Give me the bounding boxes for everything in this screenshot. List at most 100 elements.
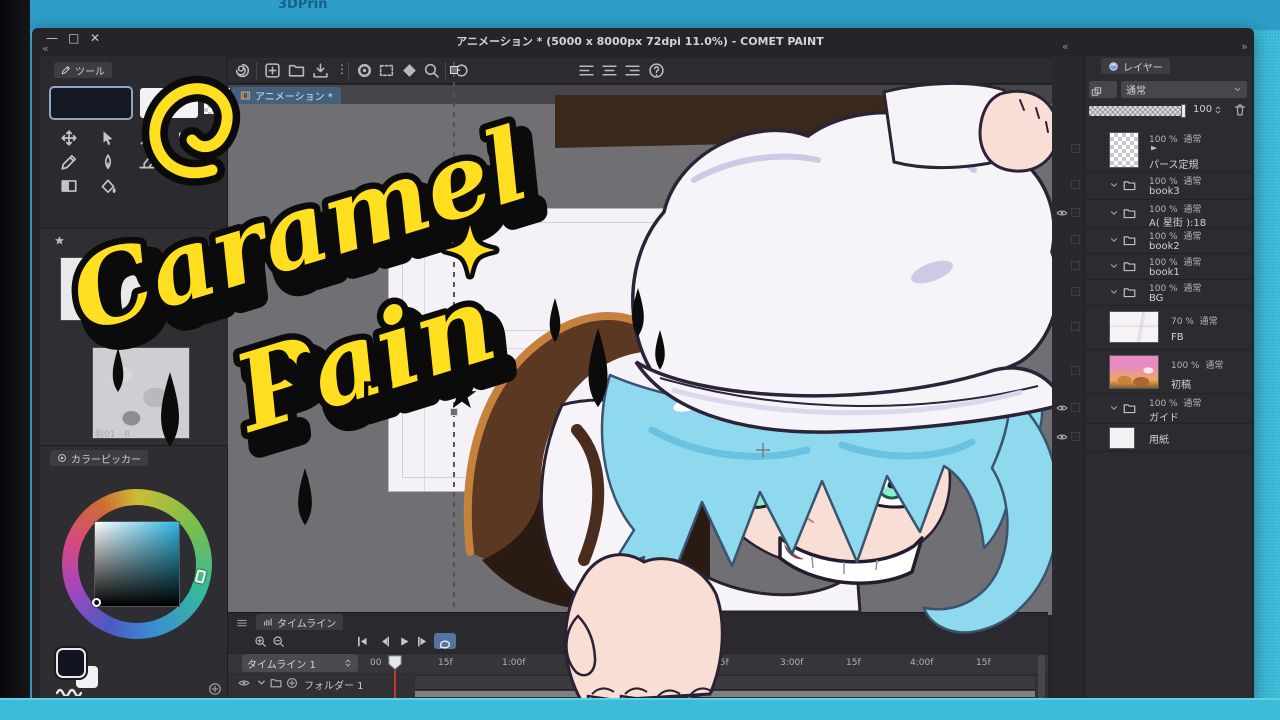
checkbox-slot[interactable]: [1071, 261, 1080, 270]
playhead-marker[interactable]: [388, 655, 402, 671]
selection-handle[interactable]: [450, 66, 458, 74]
transparent-color-swatch[interactable]: [204, 88, 230, 114]
menu-icon[interactable]: [236, 617, 248, 629]
layer-eye-icon[interactable]: [1056, 207, 1068, 219]
chevron-down-icon[interactable]: [1109, 208, 1119, 218]
window-maximize-button[interactable]: □: [68, 31, 79, 45]
opacity-slider[interactable]: [1089, 106, 1185, 116]
layers-tab[interactable]: レイヤー: [1101, 58, 1170, 74]
previous-frame-icon[interactable]: [378, 635, 391, 648]
chevron-down-icon[interactable]: [1109, 287, 1119, 297]
line-tool-icon[interactable]: [138, 129, 156, 147]
layer-row[interactable]: 100 % 通常 初稿: [1085, 350, 1253, 394]
zoom-tool-icon[interactable]: [423, 62, 440, 79]
pen-tool-icon[interactable]: [99, 153, 117, 171]
panel-expand-icon[interactable]: »: [1241, 40, 1248, 53]
selection-marquee-icon[interactable]: [378, 62, 395, 79]
checkbox-slot[interactable]: [1071, 322, 1080, 331]
track-frames-strip-light[interactable]: [415, 691, 1035, 697]
play-icon[interactable]: [398, 635, 411, 648]
selection-dashed-line[interactable]: [453, 62, 455, 614]
checkbox-slot[interactable]: [1071, 432, 1080, 441]
loop-icon: [438, 637, 452, 651]
timeline-tab[interactable]: タイムライン: [256, 614, 343, 630]
monitor-bezel: [0, 0, 30, 720]
checkbox-slot[interactable]: [1071, 366, 1080, 375]
bucket-tool-icon[interactable]: [99, 177, 117, 195]
checkbox-slot[interactable]: [1071, 235, 1080, 244]
layer-row[interactable]: 100 % 通常 A( 星街 ):18: [1085, 200, 1253, 228]
blend-combine-dropdown[interactable]: [1089, 81, 1117, 98]
main-color-swatch[interactable]: [49, 86, 133, 120]
open-file-icon[interactable]: [288, 62, 305, 79]
sub-color-swatch[interactable]: [140, 88, 198, 118]
window-close-button[interactable]: ✕: [90, 31, 100, 45]
new-file-icon[interactable]: [264, 62, 281, 79]
chevron-down-icon[interactable]: [1109, 235, 1119, 245]
align-center-icon[interactable]: [601, 62, 618, 79]
new-cel-icon[interactable]: [286, 677, 298, 689]
timeline-zoom-out-icon[interactable]: [272, 635, 285, 648]
tool-panel-tab[interactable]: ツール: [54, 62, 112, 78]
canvas-area[interactable]: [228, 104, 1056, 615]
chevron-down-icon[interactable]: [1109, 180, 1119, 190]
eraser-tool-icon[interactable]: [138, 153, 156, 171]
opacity-slider-handle[interactable]: [1181, 104, 1186, 118]
blend-mode-dropdown[interactable]: 通常: [1121, 81, 1247, 98]
checkbox-slot[interactable]: [1071, 180, 1080, 189]
trash-icon[interactable]: [1233, 103, 1247, 117]
sv-square[interactable]: [94, 521, 180, 607]
layer-row[interactable]: 70 % 通常 FB: [1085, 306, 1253, 350]
checkbox-slot[interactable]: [1071, 144, 1080, 153]
figure-tool-icon[interactable]: [177, 129, 195, 147]
align-left-icon[interactable]: [578, 62, 595, 79]
updown-icon[interactable]: [1213, 105, 1223, 115]
material-item[interactable]: [92, 347, 190, 439]
help-icon[interactable]: [648, 62, 665, 79]
opacity-value[interactable]: 100: [1193, 104, 1212, 115]
timeline-zoom-in-icon[interactable]: [254, 635, 267, 648]
operation-tool-icon[interactable]: [99, 129, 117, 147]
collapse-left-icon[interactable]: «: [42, 42, 49, 55]
track-frames-strip[interactable]: [415, 675, 1035, 690]
gradient-tool-icon[interactable]: [60, 177, 78, 195]
sv-selector[interactable]: [92, 598, 101, 607]
move-tool-icon[interactable]: [60, 129, 78, 147]
layer-eye-icon[interactable]: [1056, 402, 1068, 414]
chevron-down-icon[interactable]: [1109, 261, 1119, 271]
layer-row[interactable]: 100 % 通常 book1: [1085, 254, 1253, 280]
pencil-tool-icon[interactable]: [60, 153, 78, 171]
next-frame-icon[interactable]: [416, 635, 429, 648]
layer-row[interactable]: 100 % 通常 パース定規: [1085, 128, 1253, 172]
checkbox-slot[interactable]: [1071, 403, 1080, 412]
layer-eye-icon[interactable]: [1056, 431, 1068, 443]
layer-row[interactable]: 用紙: [1085, 424, 1253, 452]
layer-row[interactable]: 100 % 通常 book3: [1085, 172, 1253, 200]
color-picker-tab[interactable]: カラーピッカー: [50, 450, 148, 466]
canvas-tab[interactable]: アニメーション *: [232, 87, 341, 104]
panel-collapse-icon[interactable]: «: [1062, 40, 1069, 53]
checkbox-slot[interactable]: [1071, 208, 1080, 217]
loop-button[interactable]: [434, 633, 456, 649]
track-eye-icon[interactable]: [238, 677, 250, 689]
foreground-color-chip[interactable]: [56, 648, 86, 678]
shape-icon[interactable]: [401, 62, 418, 79]
timeline-selector[interactable]: タイムライン 1: [242, 654, 358, 672]
timeline-scrollbar[interactable]: [1038, 655, 1045, 698]
layer-row[interactable]: 100 % 通常 BG: [1085, 280, 1253, 306]
track-name[interactable]: フォルダー 1: [304, 677, 364, 692]
layer-row[interactable]: 100 % 通常 ガイド: [1085, 394, 1253, 424]
layer-mode: 通常: [1200, 317, 1218, 327]
checkbox-slot[interactable]: [1071, 287, 1080, 296]
add-color-icon[interactable]: [208, 682, 222, 696]
chevron-down-icon[interactable]: [256, 677, 267, 688]
chevron-down-icon[interactable]: [1109, 403, 1119, 413]
settings-gear-icon[interactable]: [356, 62, 373, 79]
align-right-icon[interactable]: [624, 62, 641, 79]
transparent-wave-icon[interactable]: [56, 686, 82, 696]
export-icon[interactable]: [312, 62, 329, 79]
selection-handle[interactable]: [450, 408, 458, 416]
toolbar-more-icon[interactable]: ⋮: [336, 62, 348, 76]
layer-row[interactable]: 100 % 通常 book2: [1085, 228, 1253, 254]
skip-to-start-icon[interactable]: [356, 635, 369, 648]
